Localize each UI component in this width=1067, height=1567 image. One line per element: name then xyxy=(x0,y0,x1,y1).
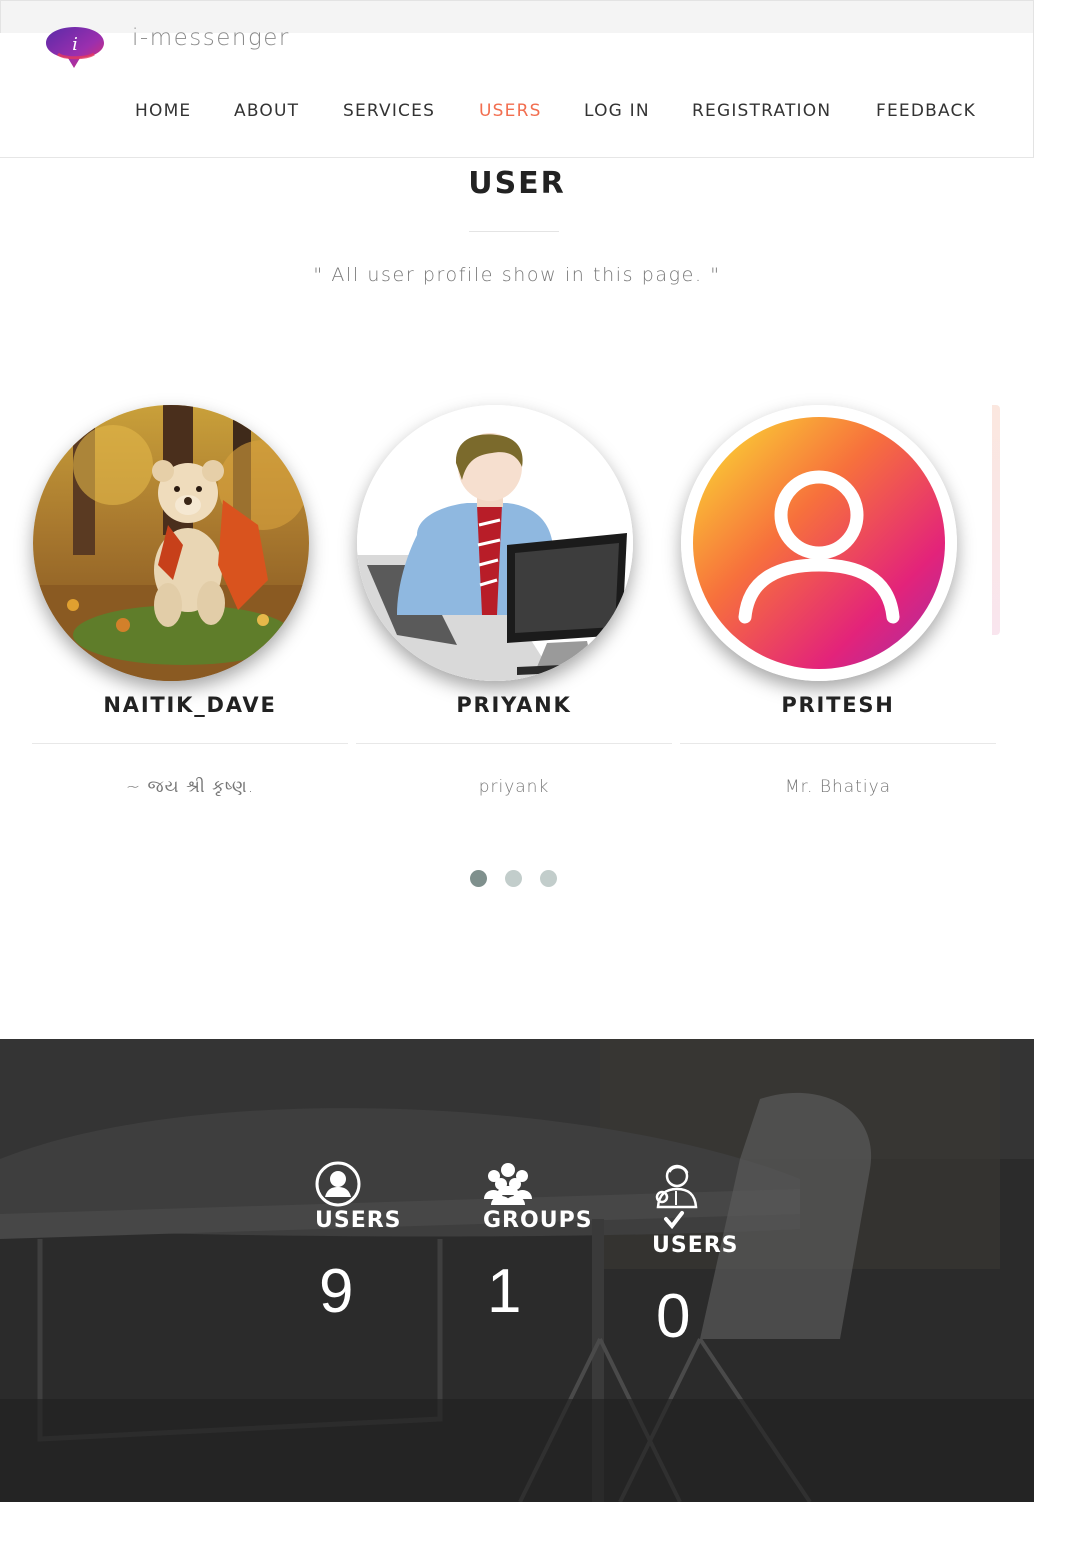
stat-value: 1 xyxy=(487,1257,522,1326)
user-name[interactable]: PRIYANK xyxy=(356,693,672,717)
user-card[interactable]: NAITIK_DAVE ~ જય શ્રી કૃષ્ણ. xyxy=(32,405,348,825)
user-avatar-pritesh[interactable] xyxy=(681,405,957,681)
stat-label: USERS xyxy=(315,1208,402,1233)
logo-icon[interactable]: i xyxy=(44,21,106,71)
user-name[interactable]: PRITESH xyxy=(680,693,996,717)
nav-home[interactable]: HOME xyxy=(135,101,191,121)
title-divider xyxy=(469,231,559,232)
user-avatar-priyank[interactable] xyxy=(357,405,633,681)
teddy-bear-photo-icon xyxy=(33,405,309,681)
nav-users[interactable]: USERS xyxy=(479,101,542,121)
carousel-dot-1[interactable] xyxy=(470,870,487,887)
nav-login[interactable]: LOG IN xyxy=(584,101,650,121)
nav-about[interactable]: ABOUT xyxy=(234,101,299,121)
page-subtitle: " All user profile show in this page. " xyxy=(313,264,721,286)
user-status: Mr. Bhatiya xyxy=(784,777,892,797)
user-circle-icon xyxy=(315,1161,361,1207)
card-divider xyxy=(32,743,348,744)
verified-user-icon xyxy=(655,1164,698,1230)
site-header: i i-messenger HOME ABOUT SERVICES USERS … xyxy=(0,25,1034,158)
page-title: USER xyxy=(468,166,566,201)
group-icon xyxy=(484,1163,532,1205)
carousel-dot-3[interactable] xyxy=(540,870,557,887)
user-name[interactable]: NAITIK_DAVE xyxy=(32,693,348,717)
next-card-peek xyxy=(992,405,1000,635)
user-status: priyank xyxy=(478,777,550,797)
stats-band: USERS 9 GROUPS 1 USERS 0 xyxy=(0,1039,1034,1502)
user-status: ~ જય શ્રી કૃષ્ણ. xyxy=(125,777,255,797)
default-user-icon xyxy=(681,405,957,681)
nav-feedback[interactable]: FEEDBACK xyxy=(876,101,976,121)
svg-text:i: i xyxy=(72,34,78,55)
nav-registration[interactable]: REGISTRATION xyxy=(692,101,831,121)
user-avatar-naitik[interactable] xyxy=(33,405,309,681)
stat-value: 0 xyxy=(656,1282,691,1351)
user-card[interactable]: PRIYANK priyank xyxy=(356,405,672,825)
stat-value: 9 xyxy=(319,1257,354,1326)
card-divider xyxy=(356,743,672,744)
card-divider xyxy=(680,743,996,744)
man-at-computer-icon xyxy=(357,405,633,681)
nav-services[interactable]: SERVICES xyxy=(343,101,435,121)
stat-label: GROUPS xyxy=(483,1208,593,1233)
page: i i-messenger HOME ABOUT SERVICES USERS … xyxy=(0,0,1067,1567)
carousel-dot-2[interactable] xyxy=(505,870,522,887)
user-card[interactable]: PRITESH Mr. Bhatiya xyxy=(680,405,996,825)
brand-name[interactable]: i-messenger xyxy=(132,25,290,51)
stat-label: USERS xyxy=(652,1233,739,1258)
